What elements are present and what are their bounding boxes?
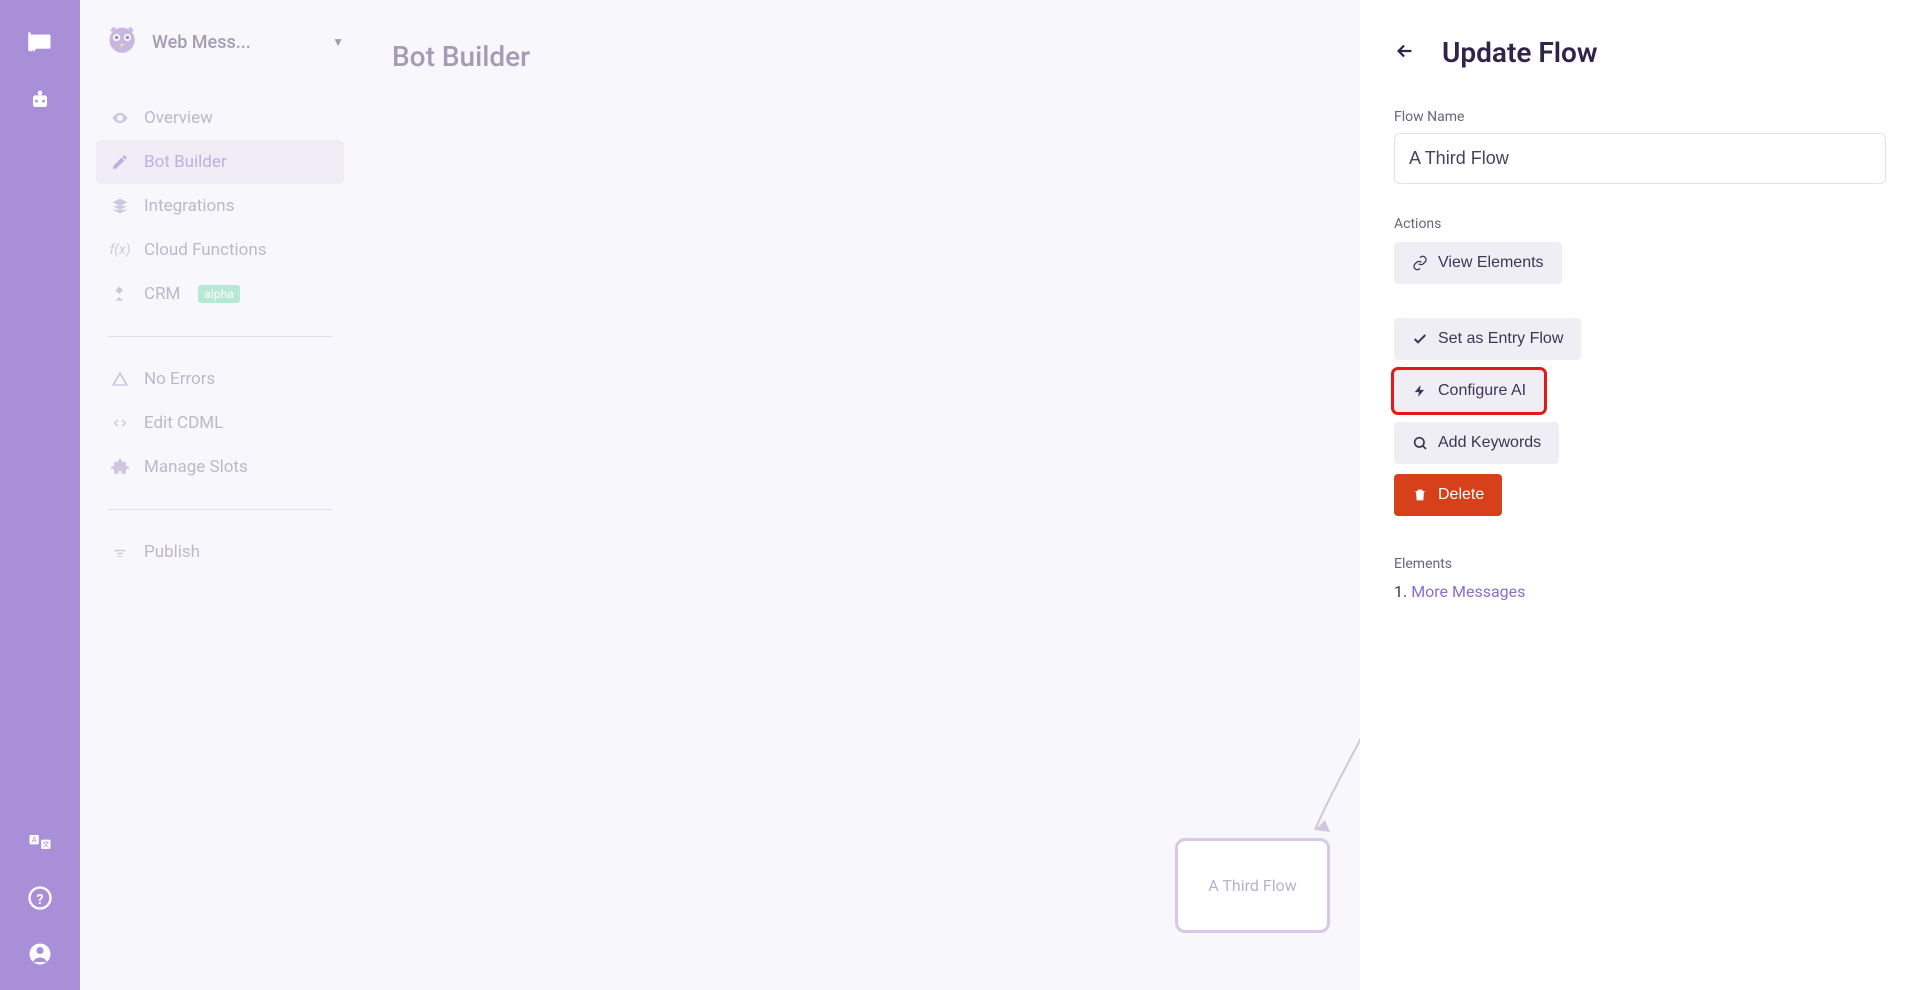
code-icon — [110, 414, 130, 432]
nav-label: Cloud Functions — [144, 240, 267, 260]
search-icon — [1412, 435, 1428, 451]
rail-translate-icon[interactable]: A文 — [20, 822, 60, 862]
elements-label: Elements — [1394, 556, 1886, 572]
handshake-icon — [110, 285, 130, 303]
trash-icon — [1412, 487, 1428, 503]
sidebar-item-slots[interactable]: Manage Slots — [96, 445, 344, 489]
nav-label: Edit CDML — [144, 413, 223, 433]
nav-label: Bot Builder — [144, 152, 227, 172]
flow-name-label: Flow Name — [1394, 109, 1886, 125]
page-title: Bot Builder — [360, 0, 1360, 73]
view-elements-button[interactable]: View Elements — [1394, 242, 1562, 284]
sidebar-item-overview[interactable]: Overview — [96, 96, 344, 140]
eye-icon — [110, 109, 130, 127]
sidebar-item-integrations[interactable]: Integrations — [96, 184, 344, 228]
delete-button[interactable]: Delete — [1394, 474, 1502, 516]
nav-label: Publish — [144, 542, 200, 562]
fx-icon: f(x) — [110, 242, 130, 258]
owl-icon — [104, 24, 140, 60]
element-item: 1. More Messages — [1394, 582, 1886, 601]
nav-label: No Errors — [144, 369, 215, 389]
actions-label: Actions — [1394, 216, 1886, 232]
pencil-icon — [110, 153, 130, 171]
check-icon — [1412, 331, 1428, 347]
element-link[interactable]: More Messages — [1411, 582, 1525, 601]
flow-node-label: A Third Flow — [1208, 876, 1297, 895]
button-label: Set as Entry Flow — [1438, 330, 1563, 348]
nav-label: CRM — [144, 284, 180, 304]
button-label: View Elements — [1438, 254, 1544, 272]
svg-text:文: 文 — [42, 840, 49, 849]
bolt-icon — [1412, 384, 1428, 398]
nav-label: Overview — [144, 108, 213, 128]
nav-label: Integrations — [144, 196, 234, 216]
configure-ai-button[interactable]: Configure AI — [1394, 370, 1544, 412]
button-label: Delete — [1438, 486, 1484, 504]
add-keywords-button[interactable]: Add Keywords — [1394, 422, 1559, 464]
rail-bot-icon[interactable] — [20, 80, 60, 120]
svg-text:A: A — [32, 836, 37, 844]
back-button[interactable] — [1394, 40, 1416, 66]
svg-text:?: ? — [37, 892, 44, 908]
caret-down-icon: ▼ — [332, 35, 344, 49]
flow-node[interactable]: A Third Flow — [1175, 838, 1330, 933]
set-entry-flow-button[interactable]: Set as Entry Flow — [1394, 318, 1581, 360]
left-rail: A文 ? — [0, 0, 80, 990]
layers-icon — [110, 197, 130, 215]
sidebar-item-publish[interactable]: ᯤ Publish — [96, 530, 344, 574]
flow-name-input[interactable] — [1394, 133, 1886, 184]
element-index: 1. — [1394, 582, 1407, 601]
warning-icon — [110, 370, 130, 388]
puzzle-icon — [110, 458, 130, 476]
rail-account-icon[interactable] — [20, 934, 60, 974]
sidebar-item-cdml[interactable]: Edit CDML — [96, 401, 344, 445]
sidebar: Web Mess... ▼ Overview Bot Builder Integ… — [80, 0, 360, 990]
button-label: Configure AI — [1438, 382, 1526, 400]
canvas[interactable]: Bot Builder ✓ Su Just Another Flow A Thi… — [360, 0, 1360, 990]
panel-title: Update Flow — [1442, 36, 1598, 69]
rail-help-icon[interactable]: ? — [20, 878, 60, 918]
nav-label: Manage Slots — [144, 457, 248, 477]
sidebar-item-errors[interactable]: No Errors — [96, 357, 344, 401]
rail-chat-icon[interactable] — [20, 24, 60, 64]
alpha-badge: alpha — [198, 285, 239, 303]
sidebar-item-cloud-functions[interactable]: f(x) Cloud Functions — [96, 228, 344, 272]
sidebar-item-crm[interactable]: CRM alpha — [96, 272, 344, 316]
workspace-selector[interactable]: Web Mess... ▼ — [96, 24, 344, 60]
link-icon — [1412, 255, 1428, 271]
button-label: Add Keywords — [1438, 434, 1541, 452]
right-panel: Update Flow Flow Name Actions View Eleme… — [1360, 0, 1920, 990]
workspace-name: Web Mess... — [152, 32, 320, 53]
sidebar-item-bot-builder[interactable]: Bot Builder — [96, 140, 344, 184]
broadcast-icon: ᯤ — [110, 543, 130, 562]
